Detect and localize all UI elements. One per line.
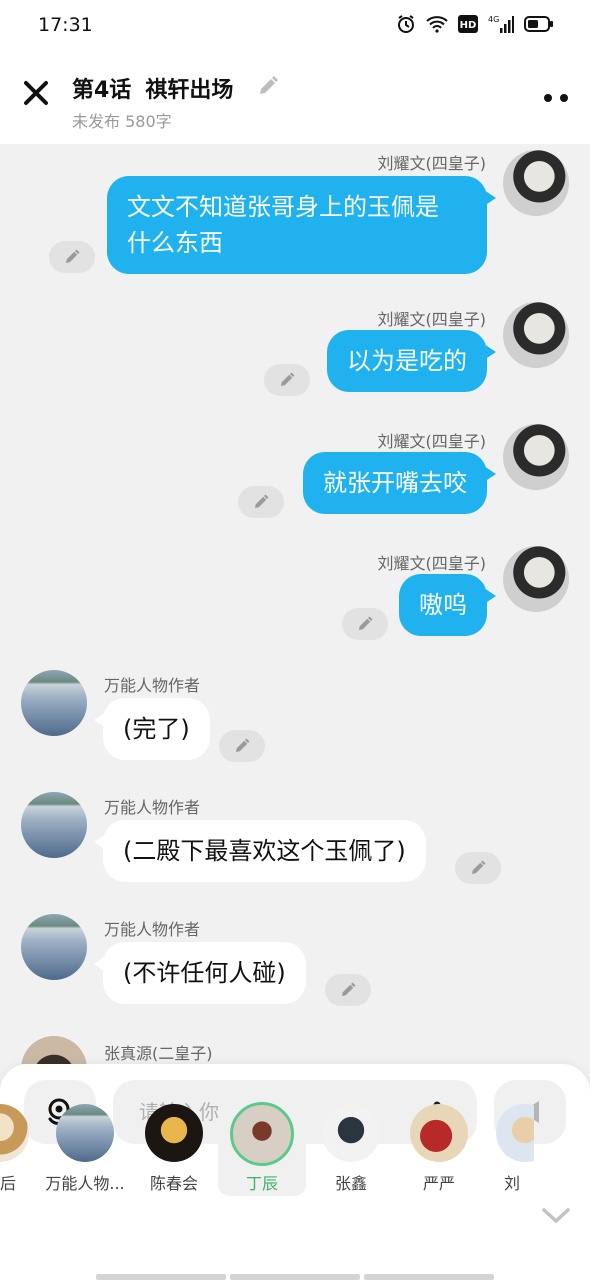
character-avatar <box>230 1102 294 1166</box>
character-name: 万能人物... <box>45 1174 125 1193</box>
character-item[interactable]: 万能人物... <box>41 1096 129 1196</box>
edit-message-button[interactable] <box>325 974 371 1006</box>
chapter-header: 第4话 祺轩出场 未发布 580字 <box>0 52 590 144</box>
edit-message-button[interactable] <box>238 486 284 518</box>
character-avatar <box>410 1104 468 1162</box>
more-options-button[interactable] <box>538 88 568 108</box>
character-item[interactable]: 皇后 <box>0 1096 44 1196</box>
svg-text:HD: HD <box>460 20 477 31</box>
character-avatar <box>0 1104 29 1162</box>
wifi-icon <box>426 15 448 37</box>
pencil-icon <box>342 982 356 996</box>
pencil-icon <box>281 372 295 386</box>
expand-characters-button[interactable] <box>540 1206 574 1230</box>
message-line: 什么东西 <box>127 229 223 257</box>
chapter-meta: 未发布 580字 <box>72 112 172 131</box>
chapter-title: 祺轩出场 <box>145 78 234 103</box>
message-line: 就张开嘴去咬 <box>323 469 467 497</box>
edit-message-button[interactable] <box>219 730 265 762</box>
avatar[interactable] <box>503 150 569 216</box>
character-name: 陈春会 <box>149 1174 198 1193</box>
alarm-icon <box>396 14 416 38</box>
status-icons: HD 4G <box>396 14 554 38</box>
edit-message-button[interactable] <box>49 241 95 273</box>
avatar[interactable] <box>503 546 569 612</box>
message-bubble[interactable]: 以为是吃的 <box>327 330 496 392</box>
scroll-segment <box>364 1274 494 1280</box>
bottom-scroll-indicator <box>96 1274 494 1280</box>
character-name: 丁辰 <box>245 1174 278 1193</box>
sender-name: 刘耀文(四皇子) <box>377 310 487 329</box>
character-avatar <box>56 1104 114 1162</box>
character-avatar <box>496 1104 534 1162</box>
network-type-label: 4G <box>488 15 499 24</box>
avatar[interactable] <box>21 914 87 980</box>
chat-area[interactable]: 刘耀文(四皇子) 文文不知道张哥身上的玉佩是 什么东西 刘耀文(四皇子) 以为是… <box>0 144 590 1064</box>
message-bubble[interactable]: 就张开嘴去咬 <box>303 452 496 514</box>
chapter-number: 第4话 <box>72 78 132 103</box>
message-bubble[interactable]: 嗷呜 <box>399 574 496 636</box>
signal-icon: 4G <box>488 14 514 38</box>
sender-name: 万能人物作者 <box>104 676 201 695</box>
page-title: 第4话 祺轩出场 <box>72 72 233 104</box>
message-bubble[interactable]: (不许任何人碰) <box>94 942 306 1004</box>
pencil-icon <box>472 860 486 874</box>
avatar[interactable] <box>503 302 569 368</box>
avatar[interactable] <box>21 670 87 736</box>
message-line: (二殿下最喜欢这个玉佩了) <box>123 837 406 865</box>
pencil-icon <box>359 616 373 630</box>
scroll-segment <box>96 1274 226 1280</box>
message-bubble[interactable]: 文文不知道张哥身上的玉佩是 什么东西 <box>107 176 496 274</box>
avatar[interactable] <box>21 792 87 858</box>
sender-name: 万能人物作者 <box>104 798 201 817</box>
pencil-icon <box>66 249 80 263</box>
edit-message-button[interactable] <box>455 852 501 884</box>
edit-message-button[interactable] <box>264 364 310 396</box>
pencil-icon <box>255 494 269 508</box>
character-name: 刘 <box>504 1174 521 1193</box>
close-icon <box>24 81 48 105</box>
more-dot-icon <box>544 94 552 102</box>
pencil-icon <box>260 76 278 94</box>
message-line: (完了) <box>123 715 190 743</box>
sender-name: 刘耀文(四皇子) <box>377 154 487 173</box>
character-item[interactable]: 张鑫 <box>307 1096 395 1196</box>
character-avatar <box>145 1104 203 1162</box>
message-line: 以为是吃的 <box>347 347 467 375</box>
message-line: 文文不知道张哥身上的玉佩是 <box>127 193 439 221</box>
character-name: 严严 <box>422 1174 455 1193</box>
message-line: (不许任何人碰) <box>123 959 286 987</box>
avatar[interactable] <box>503 424 569 490</box>
pencil-icon <box>236 738 250 752</box>
character-name: 张鑫 <box>334 1174 367 1193</box>
battery-icon <box>524 15 554 37</box>
avatar[interactable] <box>21 1036 87 1064</box>
hd-icon: HD <box>458 15 478 37</box>
sender-name: 刘耀文(四皇子) <box>377 554 487 573</box>
character-item[interactable]: 丁辰 <box>218 1096 306 1196</box>
character-item[interactable]: 严严 <box>395 1096 483 1196</box>
character-name: 皇后 <box>0 1174 16 1193</box>
edit-message-button[interactable] <box>342 608 388 640</box>
message-bubble[interactable]: (二殿下最喜欢这个玉佩了) <box>94 820 426 882</box>
message-bubble[interactable]: (完了) <box>94 698 210 760</box>
status-time: 17:31 <box>38 14 93 36</box>
message-line: 嗷呜 <box>419 591 467 619</box>
sender-name: 刘耀文(四皇子) <box>377 432 487 451</box>
sender-name: 张真源(二皇子) <box>104 1044 213 1063</box>
character-avatar <box>322 1104 380 1162</box>
edit-title-button[interactable] <box>256 74 280 98</box>
chevron-down-icon <box>542 1208 570 1224</box>
sender-name: 万能人物作者 <box>104 920 201 939</box>
character-item[interactable]: 陈春会 <box>130 1096 218 1196</box>
more-dot-icon <box>560 94 568 102</box>
character-selector[interactable]: 皇后 万能人物... 陈春会 丁辰 张鑫 严严 刘 <box>0 1096 590 1216</box>
scroll-segment <box>230 1274 360 1280</box>
close-button[interactable] <box>20 80 52 112</box>
character-item[interactable]: 刘 <box>484 1096 534 1196</box>
status-bar: 17:31 HD 4G <box>0 0 590 52</box>
